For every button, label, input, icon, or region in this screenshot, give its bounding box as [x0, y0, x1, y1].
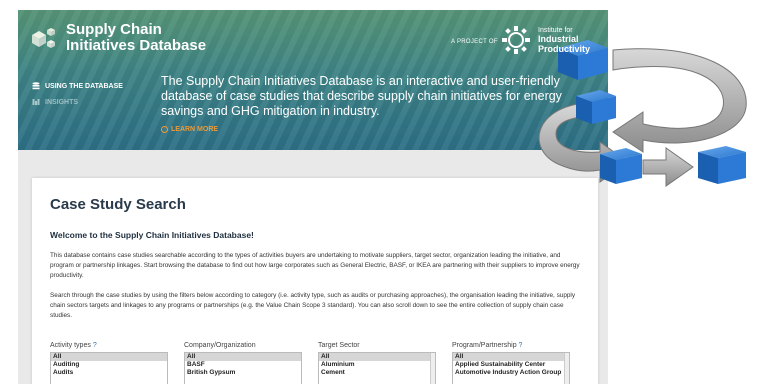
partner-name[interactable]: Institute for Industrial Productivity: [538, 26, 590, 55]
learn-more-link[interactable]: LEARN MORE: [161, 126, 218, 133]
list-option[interactable]: British Gypsum: [185, 369, 301, 377]
supply-chain-logo-icon[interactable]: [28, 24, 58, 54]
list-option[interactable]: All: [51, 353, 167, 361]
help-icon[interactable]: ?: [93, 342, 97, 349]
filter-activity-types: Activity types ? All Auditing Audits: [50, 342, 172, 384]
filter-label: Company/Organization: [184, 342, 256, 349]
intro-text: The Supply Chain Initiatives Database is…: [161, 74, 562, 118]
list-option[interactable]: BASF: [185, 361, 301, 369]
scrollbar[interactable]: [430, 353, 435, 384]
iip-logo-icon[interactable]: [500, 24, 532, 56]
search-instructions: Search through the case studies by using…: [50, 292, 576, 319]
search-card: Case Study Search Welcome to the Supply …: [32, 178, 598, 384]
cube-icon: [600, 148, 642, 184]
list-option[interactable]: Cement: [319, 369, 435, 377]
filter-label: Target Sector: [318, 342, 360, 349]
intro-paragraph: This database contains case studies sear…: [50, 252, 580, 279]
welcome-heading: Welcome to the Supply Chain Initiatives …: [50, 230, 254, 240]
target-sector-select[interactable]: All Aluminium Cement: [318, 352, 436, 384]
straight-arrow-icon: [642, 147, 694, 187]
list-option[interactable]: All: [453, 353, 569, 361]
list-option[interactable]: Auditing: [51, 361, 167, 369]
site-title[interactable]: Supply Chain Initiatives Database: [66, 22, 206, 54]
filter-target-sector: Target Sector All Aluminium Cement: [318, 342, 440, 384]
list-option[interactable]: Applied Sustainability Center: [453, 361, 569, 369]
filter-label: Program/Partnership ?: [452, 342, 523, 349]
learn-more-label: LEARN MORE: [171, 126, 219, 133]
nav-insights[interactable]: INSIGHTS: [32, 98, 78, 106]
list-option[interactable]: Aluminium: [319, 361, 435, 369]
cube-icon: [698, 146, 746, 184]
nav-using-label: USING THE DATABASE: [45, 82, 123, 90]
nav-insights-label: INSIGHTS: [45, 98, 79, 106]
filter-company: Company/Organization All BASF British Gy…: [184, 342, 306, 384]
database-icon: [32, 82, 40, 90]
scrollbar[interactable]: [564, 353, 569, 384]
company-select[interactable]: All BASF British Gypsum: [184, 352, 302, 384]
help-icon[interactable]: ?: [519, 342, 523, 349]
plus-circle-icon: [161, 126, 168, 133]
activity-types-select[interactable]: All Auditing Audits: [50, 352, 168, 384]
program-select[interactable]: All Applied Sustainability Center Automo…: [452, 352, 570, 384]
list-option[interactable]: Automotive Industry Action Group: [453, 369, 569, 377]
list-option[interactable]: Audits: [51, 369, 167, 377]
filter-label: Activity types ?: [50, 342, 97, 349]
project-of-label: A PROJECT OF: [451, 39, 498, 45]
nav-using-database[interactable]: USING THE DATABASE: [32, 82, 123, 90]
site-title-line1: Supply Chain: [66, 21, 162, 38]
partner-line3: Productivity: [538, 44, 591, 54]
filter-program: Program/Partnership ? All Applied Sustai…: [452, 342, 574, 384]
page-title: Case Study Search: [50, 196, 186, 213]
curved-arrow-icon: [612, 48, 747, 153]
list-option[interactable]: All: [319, 353, 435, 361]
insights-icon: [32, 99, 40, 105]
site-title-line2: Initiatives Database: [66, 37, 207, 54]
list-option[interactable]: All: [185, 353, 301, 361]
